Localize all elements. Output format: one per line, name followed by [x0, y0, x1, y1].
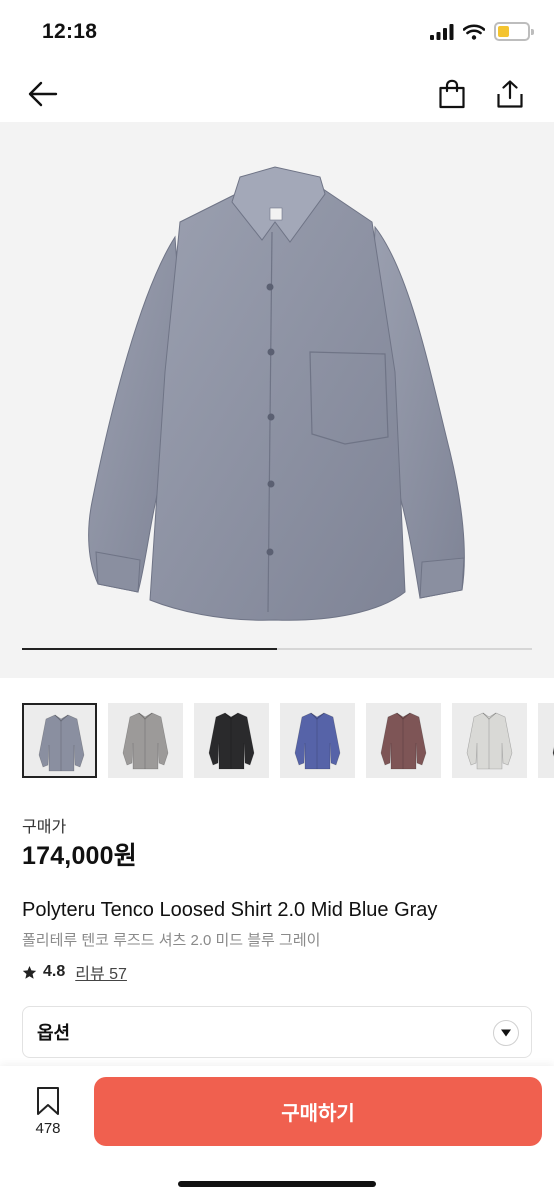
- thumbnail-5[interactable]: [366, 703, 441, 778]
- shirt-thumbnail-image: [208, 712, 255, 770]
- buy-button[interactable]: 구매하기: [94, 1077, 542, 1146]
- shopping-bag-button[interactable]: [434, 76, 470, 112]
- option-label: 옵션: [37, 1023, 71, 1043]
- shopping-bag-icon: [439, 79, 465, 109]
- product-image-carousel[interactable]: [0, 122, 554, 678]
- share-button[interactable]: [492, 76, 528, 112]
- shirt-thumbnail-image: [466, 712, 513, 770]
- battery-level: [498, 26, 510, 37]
- thumbnail-1[interactable]: [22, 703, 97, 778]
- price-value: 174,000원: [22, 842, 137, 870]
- signal-icon: [430, 23, 454, 40]
- review-link[interactable]: 리뷰 57: [75, 960, 127, 984]
- chevron-down-icon: [493, 1020, 519, 1046]
- battery-icon: [494, 22, 534, 41]
- status-time: 12:18: [42, 20, 98, 43]
- option-select[interactable]: 옵션: [22, 1006, 532, 1058]
- arrow-left-icon: [28, 81, 58, 107]
- shirt-thumbnail-image: [38, 714, 85, 772]
- carousel-progress-track: [22, 648, 532, 650]
- wifi-icon: [463, 23, 485, 40]
- shirt-image: [88, 166, 465, 621]
- status-bar: 12:18: [0, 0, 554, 66]
- wishlist-button[interactable]: 478: [22, 1086, 74, 1150]
- price-label: 구매가: [22, 819, 67, 836]
- carousel-progress-fill: [22, 648, 277, 650]
- thumbnail-3[interactable]: [194, 703, 269, 778]
- bottom-action-bar: 478 구매하기: [0, 1066, 554, 1200]
- back-button[interactable]: [24, 76, 60, 112]
- bookmark-icon: [37, 1087, 59, 1115]
- shirt-thumbnail-image: [294, 712, 341, 770]
- home-indicator: [178, 1181, 376, 1187]
- shirt-thumbnail-image: [380, 712, 427, 770]
- product-name-en: Polyteru Tenco Loosed Shirt 2.0 Mid Blue…: [22, 899, 438, 921]
- nav-bar: [0, 66, 554, 122]
- shirt-thumbnail-image: [552, 746, 554, 757]
- thumbnail-7[interactable]: [538, 703, 554, 778]
- star-icon: [22, 965, 37, 979]
- shirt-thumbnail-image: [122, 712, 169, 770]
- wishlist-count: 478: [35, 1120, 61, 1137]
- thumbnail-6[interactable]: [452, 703, 527, 778]
- share-icon: [497, 80, 523, 108]
- thumbnail-strip[interactable]: [0, 703, 554, 779]
- rating-row: 4.8 리뷰 57: [22, 960, 127, 984]
- thumbnail-2[interactable]: [108, 703, 183, 778]
- rating-value: 4.8: [43, 963, 66, 980]
- product-name-ko: 폴리테루 텐코 루즈드 셔츠 2.0 미드 블루 그레이: [22, 932, 321, 949]
- status-icons: [430, 22, 534, 41]
- thumbnail-4[interactable]: [280, 703, 355, 778]
